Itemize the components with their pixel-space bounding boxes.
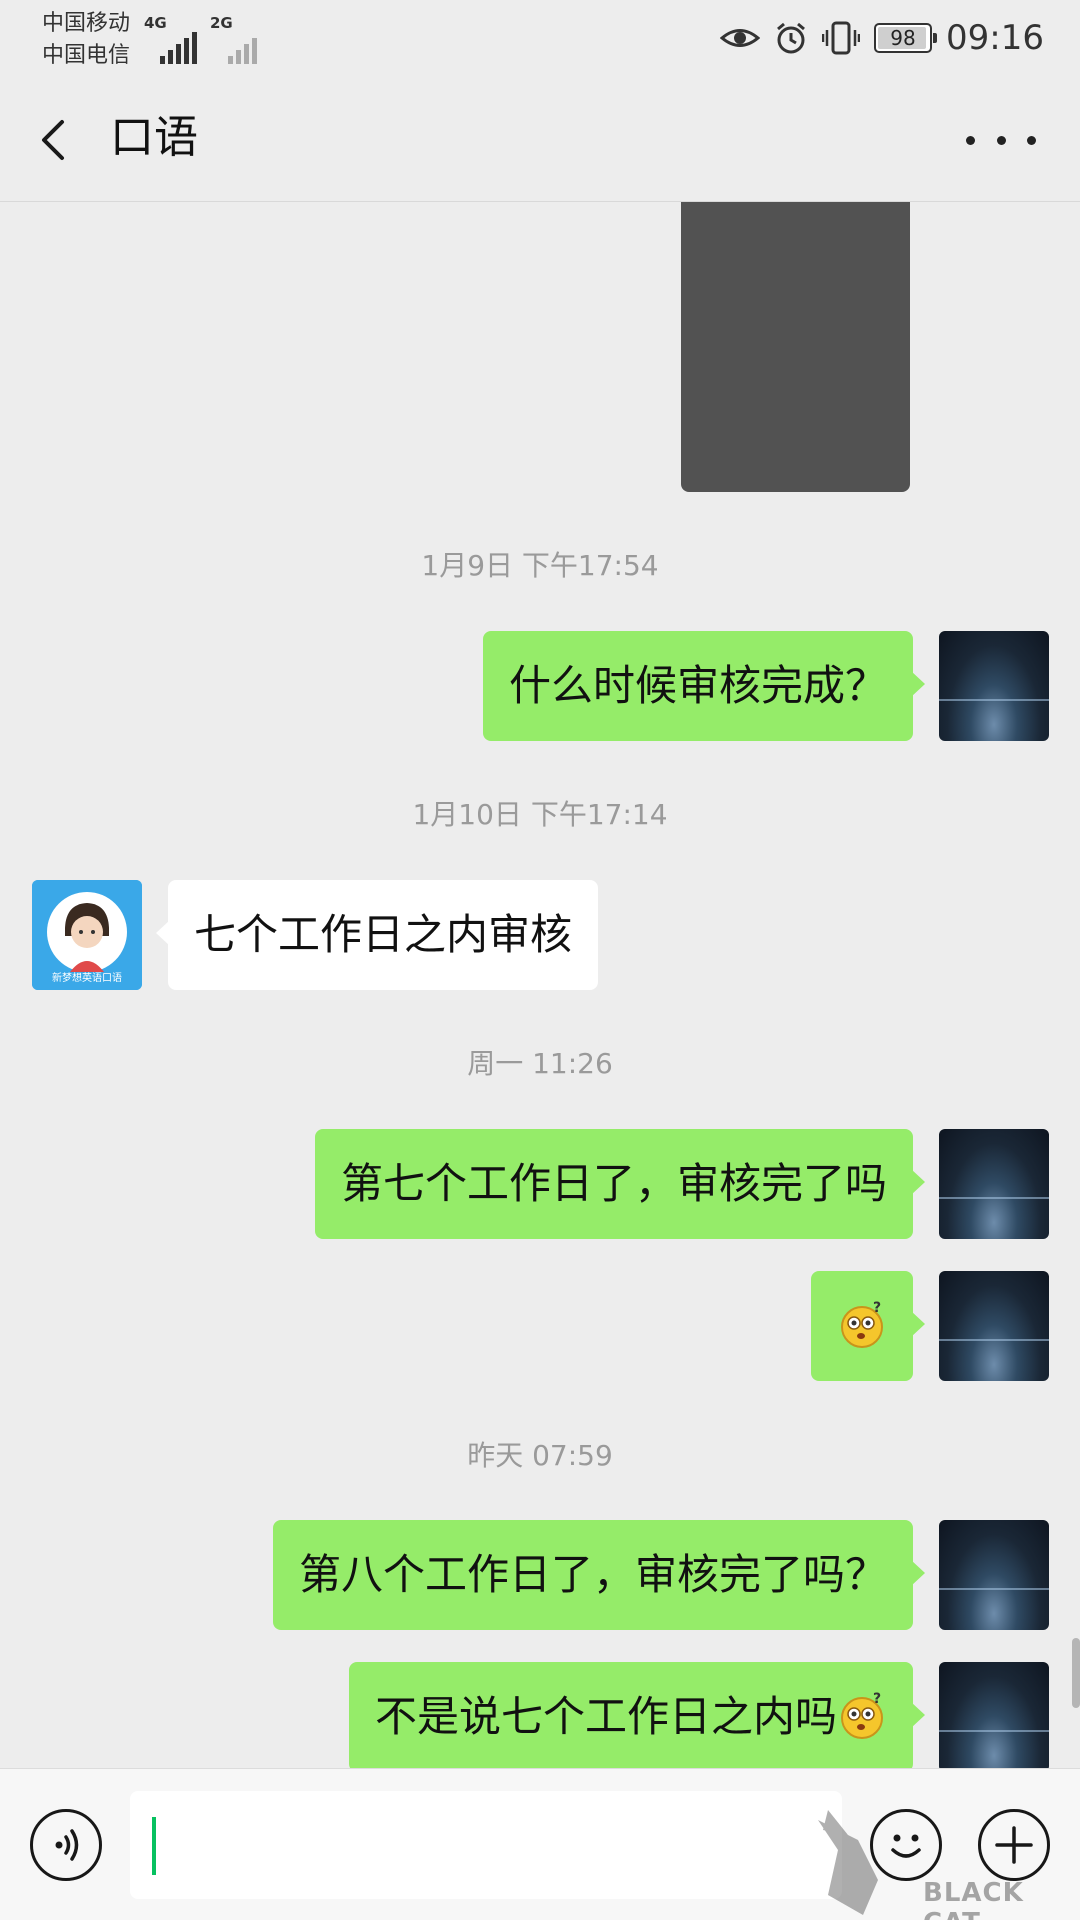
timestamp: 昨天 07:59	[467, 1439, 613, 1472]
timestamp: 1月9日 下午17:54	[421, 549, 659, 582]
contact-avatar-text: 新梦想英语口语	[52, 973, 122, 984]
avatar-self[interactable]	[939, 1271, 1049, 1381]
avatar-self[interactable]	[939, 1129, 1049, 1239]
message-bubble-incoming[interactable]: 七个工作日之内审核	[155, 880, 599, 990]
image-message[interactable]	[681, 202, 910, 492]
carrier-labels: 中国移动 中国电信	[42, 8, 130, 72]
confused-emoji-icon: ?	[841, 1691, 883, 1739]
battery-level: 98	[890, 26, 916, 50]
message-list[interactable]: 1月9日 下午17:54 什么时候审核完成？ 1月10日 下午17:14 新梦想…	[0, 202, 1080, 1768]
carrier-2: 中国电信	[42, 43, 131, 68]
emoji-button[interactable]	[870, 1809, 942, 1881]
carrier-1: 中国移动	[42, 11, 131, 36]
chevron-left-icon	[42, 120, 64, 160]
avatar-self[interactable]	[939, 1662, 1049, 1768]
more-button[interactable]	[966, 110, 1036, 170]
alarm-icon	[777, 22, 805, 54]
voice-icon	[55, 1829, 79, 1861]
message-bubble-outgoing[interactable]: 第八个工作日了，审核完了吗？	[272, 1520, 926, 1630]
chat-header: 口语	[0, 78, 1080, 202]
message-bubble-outgoing[interactable]: 第七个工作日了，审核完了吗	[314, 1129, 926, 1239]
message-bubble-outgoing[interactable]: 不是说七个工作日之内吗 ?	[348, 1662, 926, 1768]
status-right-group: 98 09:16	[720, 16, 1044, 60]
eye-icon	[720, 29, 761, 47]
timestamp: 1月10日 下午17:14	[412, 798, 668, 831]
plus-button[interactable]	[978, 1809, 1050, 1881]
avatar-contact[interactable]: 新梦想英语口语	[32, 880, 142, 990]
plus-icon	[995, 1826, 1033, 1864]
status-bar: 中国移动 中国电信 4G 2G 98 09:16	[0, 0, 1080, 78]
status-time: 09:16	[946, 18, 1044, 58]
emoji-icon	[891, 1834, 921, 1858]
vibrate-icon	[822, 21, 861, 55]
text-cursor	[152, 1817, 156, 1875]
message-text: 不是说七个工作日之内吗	[374, 1692, 837, 1741]
timestamp: 周一 11:26	[467, 1047, 613, 1080]
scrollbar[interactable]	[1072, 1638, 1080, 1708]
back-button[interactable]	[30, 110, 90, 170]
page-title: 口语	[110, 112, 198, 163]
message-bubble-outgoing[interactable]: 什么时候审核完成？	[482, 631, 926, 741]
battery-icon: 98	[874, 23, 938, 53]
svg-text:?: ?	[873, 1300, 881, 1316]
more-dots-icon	[966, 135, 975, 145]
input-bar	[0, 1768, 1080, 1920]
avatar-self[interactable]	[939, 631, 1049, 741]
message-bubble-outgoing-emoji[interactable]: ?	[811, 1271, 925, 1381]
message-input[interactable]	[130, 1791, 842, 1899]
voice-button[interactable]	[30, 1809, 102, 1881]
svg-text:?: ?	[873, 1691, 881, 1707]
confused-emoji-icon: ?	[841, 1300, 883, 1348]
avatar-self[interactable]	[939, 1520, 1049, 1630]
